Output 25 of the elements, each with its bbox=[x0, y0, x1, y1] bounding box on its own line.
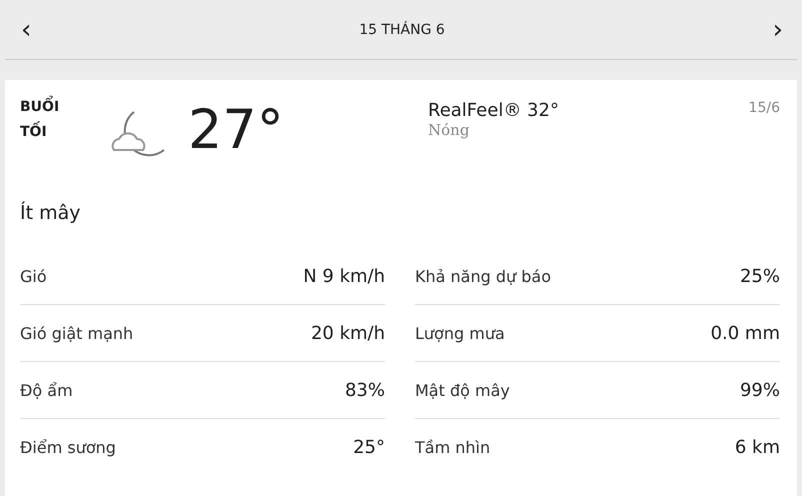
date-title: 15 THÁNG 6 bbox=[359, 22, 445, 38]
detail-value: 25° bbox=[353, 436, 385, 458]
detail-label: Gió bbox=[20, 266, 47, 286]
detail-value: N 9 km/h bbox=[303, 266, 385, 286]
condition-text: Ít mây bbox=[20, 202, 82, 226]
detail-label: Độ ẩm bbox=[20, 380, 73, 400]
detail-label: Tầm nhìn bbox=[415, 438, 490, 456]
detail-label: Lượng mưa bbox=[415, 324, 505, 342]
detail-value: 6 km bbox=[734, 436, 780, 458]
detail-label: Điểm sương bbox=[20, 438, 116, 456]
realfeel-value: RealFeel® 32° bbox=[428, 100, 560, 121]
detail-value: 0.0 mm bbox=[710, 322, 780, 344]
detail-label: Gió giật mạnh bbox=[20, 324, 134, 342]
previous-button[interactable]: ‹ bbox=[17, 16, 36, 42]
temperature: 27° bbox=[188, 100, 285, 160]
next-button[interactable]: › bbox=[768, 16, 787, 42]
detail-label: Mật độ mây bbox=[415, 380, 510, 400]
detail-value: 25% bbox=[740, 266, 780, 286]
date-label: 15/6 bbox=[748, 100, 780, 116]
realfeel-phrase: Nóng bbox=[428, 121, 470, 139]
period-label: BUỔI TỐI bbox=[20, 95, 90, 145]
detail-value: 20 km/h bbox=[310, 322, 385, 344]
detail-label: Khả năng dự báo bbox=[415, 266, 551, 286]
detail-value: 83% bbox=[344, 380, 385, 400]
detail-value: 99% bbox=[740, 380, 780, 400]
